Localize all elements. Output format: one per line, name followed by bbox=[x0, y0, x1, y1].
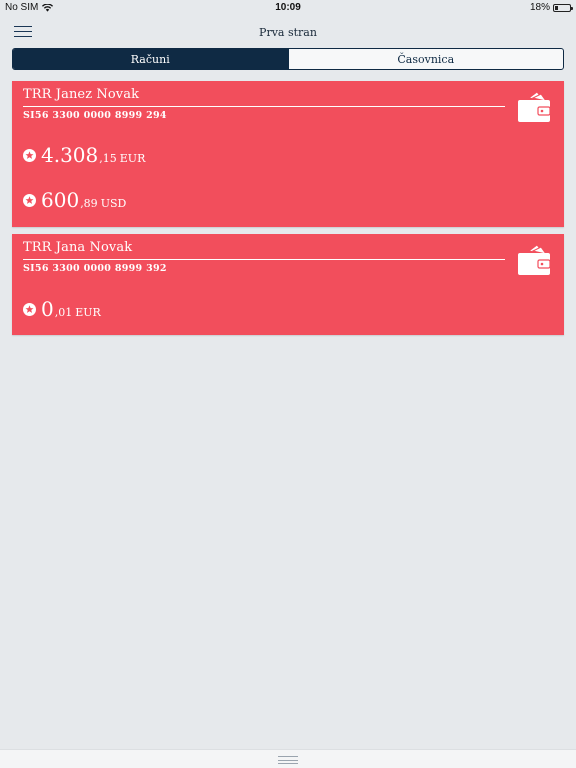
segmented-control: Računi Časovnica bbox=[12, 48, 564, 70]
battery-icon bbox=[553, 3, 573, 12]
nav-bar: Prva stran bbox=[0, 16, 576, 48]
account-iban: SI56 3300 0000 8999 294 bbox=[23, 110, 167, 121]
star-icon[interactable] bbox=[23, 193, 36, 207]
battery-percent: 18% bbox=[529, 2, 550, 13]
balance-row: 600 ,89 USD bbox=[23, 188, 126, 212]
tab-racuni[interactable]: Računi bbox=[13, 49, 288, 69]
tab-casovnica[interactable]: Časovnica bbox=[287, 49, 564, 69]
account-card[interactable]: TRR Jana Novak SI56 3300 0000 8999 392 0… bbox=[12, 234, 564, 335]
balance-decimal: ,89 bbox=[80, 197, 98, 210]
card-divider bbox=[23, 259, 505, 260]
star-icon[interactable] bbox=[23, 148, 36, 162]
balance-currency: EUR bbox=[119, 152, 146, 165]
balance-decimal: ,01 bbox=[54, 306, 73, 319]
status-time: 10:09 bbox=[275, 2, 301, 13]
balance-integer: 0 bbox=[41, 297, 54, 321]
balance-currency: EUR bbox=[75, 306, 101, 319]
bottom-bar bbox=[0, 749, 576, 768]
balance-row: 4.308 ,15 EUR bbox=[23, 143, 145, 167]
hamburger-icon[interactable] bbox=[14, 26, 32, 38]
card-divider bbox=[23, 106, 505, 107]
account-card[interactable]: TRR Janez Novak SI56 3300 0000 8999 294 … bbox=[12, 81, 564, 227]
balance-row: 0 ,01 EUR bbox=[23, 297, 101, 321]
balance-currency: USD bbox=[100, 197, 127, 210]
status-bar: No SIM 10:09 18% bbox=[0, 0, 576, 16]
account-iban: SI56 3300 0000 8999 392 bbox=[23, 263, 167, 274]
drag-handle-icon[interactable] bbox=[278, 756, 298, 764]
wallet-icon bbox=[518, 91, 551, 122]
star-icon[interactable] bbox=[23, 302, 36, 316]
account-name: TRR Janez Novak bbox=[23, 87, 140, 102]
page-title: Prva stran bbox=[259, 26, 317, 39]
wallet-icon bbox=[518, 244, 551, 275]
battery-level bbox=[555, 5, 558, 10]
balance-decimal: ,15 bbox=[99, 152, 117, 165]
account-name: TRR Jana Novak bbox=[23, 240, 133, 255]
balance-integer: 600 bbox=[41, 188, 80, 212]
balance-integer: 4.308 bbox=[41, 143, 99, 167]
